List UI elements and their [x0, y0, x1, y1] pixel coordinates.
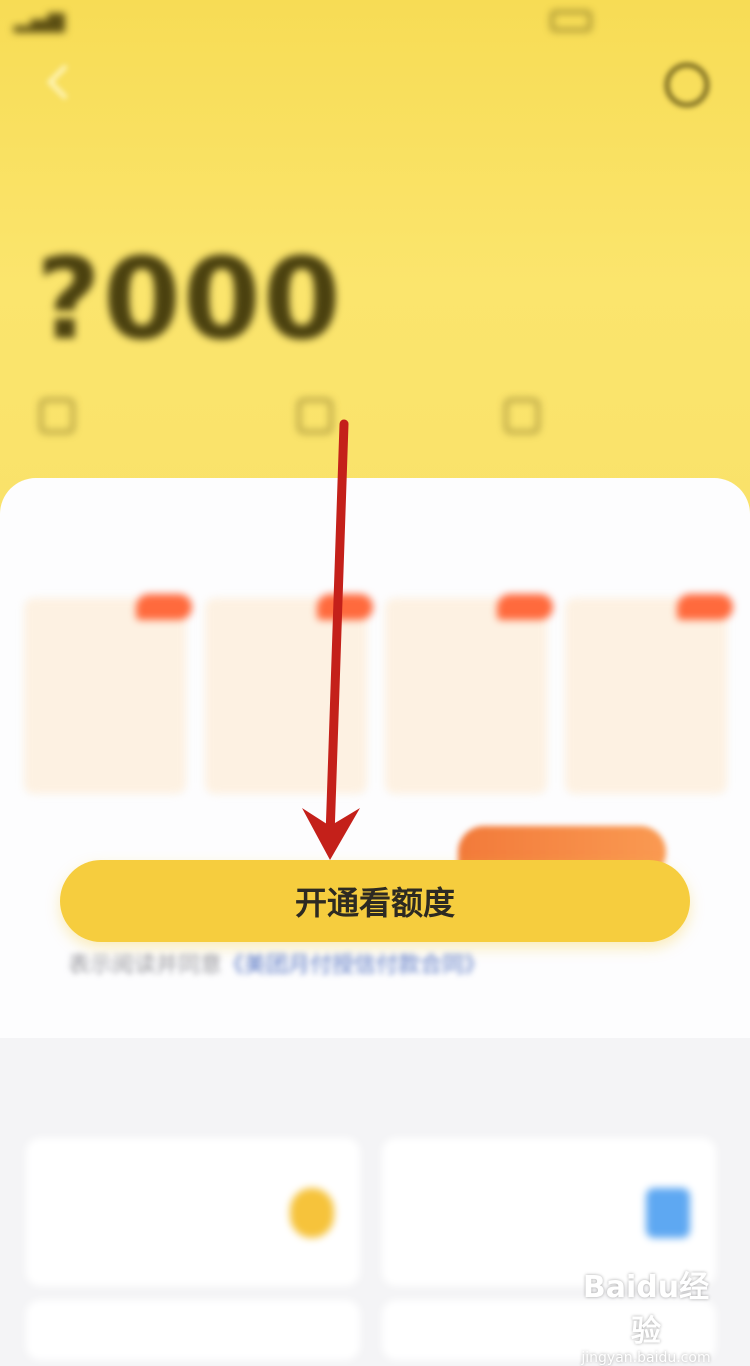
period-badge: [677, 594, 733, 620]
open-credit-button[interactable]: 开通看额度: [60, 860, 690, 942]
period-badge: [136, 594, 192, 620]
back-arrow-icon[interactable]: [44, 62, 74, 102]
period-option[interactable]: [205, 594, 373, 794]
headset-icon[interactable]: [662, 60, 712, 110]
header-panel: ▂▄▆ ?000: [0, 0, 750, 520]
watermark-url: jingyan.baidu.com: [581, 1350, 711, 1366]
watermark-logo: Baidu经验: [582, 1270, 710, 1349]
period-option[interactable]: [24, 594, 192, 794]
feature-item-1: [40, 396, 74, 436]
agreement-text: 表示阅读并同意《美团月付授信付款合同》: [68, 948, 688, 984]
battery-icon: [545, 8, 591, 33]
status-bar: ▂▄▆: [0, 0, 750, 40]
period-badge: [317, 594, 373, 620]
feature-icon: [40, 399, 74, 433]
period-badge: [497, 594, 553, 620]
benefit-card[interactable]: [26, 1138, 360, 1286]
baidu-jingyan-logo: Baidu经验 jingyan.baidu.com: [576, 1262, 716, 1366]
period-option[interactable]: [565, 594, 733, 794]
feature-icon: [298, 399, 332, 433]
phone-icon: [646, 1188, 690, 1238]
benefit-card[interactable]: [26, 1300, 360, 1360]
feature-item-3: [505, 396, 539, 436]
period-option[interactable]: [385, 594, 553, 794]
coin-icon: [290, 1188, 334, 1238]
agreement-link[interactable]: 《美团月付授信付款合同》: [222, 953, 486, 978]
agreement-prefix: 表示阅读并同意: [68, 953, 223, 978]
credit-amount: ?000: [36, 235, 343, 365]
feature-item-2: [298, 396, 332, 436]
signal-icon: ▂▄▆: [14, 8, 65, 33]
feature-icon: [505, 399, 539, 433]
